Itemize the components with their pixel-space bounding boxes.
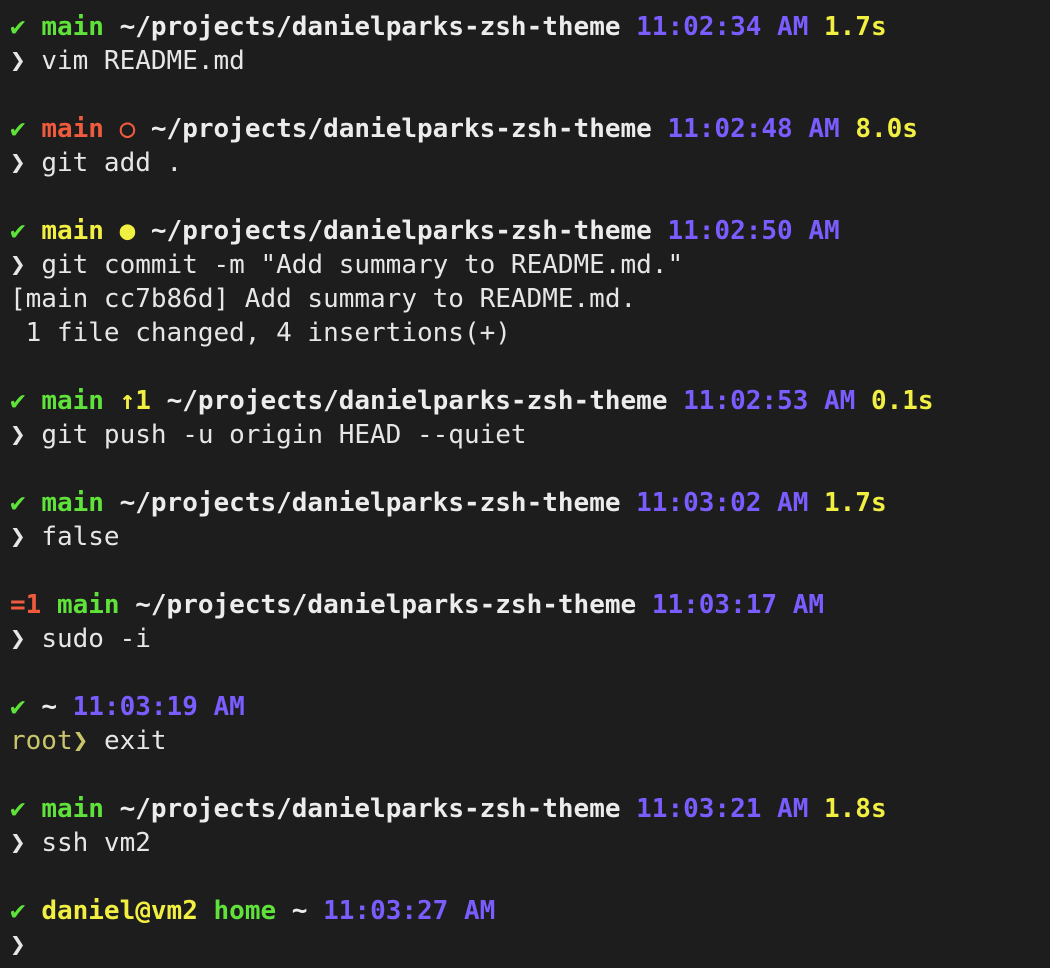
command-duration: 1.8s <box>824 794 887 824</box>
command-text: git add . <box>41 148 183 178</box>
working-directory: ~ <box>41 692 57 722</box>
prompt-chevron-icon: ❯ <box>10 930 26 960</box>
command-text: sudo -i <box>41 624 151 654</box>
timestamp: 11:03:19 AM <box>72 692 245 722</box>
working-directory: ~/projects/danielparks-zsh-theme <box>119 794 621 824</box>
prompt-line: ✔ main ~/projects/danielparks-zsh-theme … <box>10 10 1050 44</box>
working-directory: ~/projects/danielparks-zsh-theme <box>166 386 668 416</box>
git-branch: main <box>56 590 120 620</box>
prompt-line: ✔ main ● ~/projects/danielparks-zsh-them… <box>10 214 1050 248</box>
command-duration: 0.1s <box>870 386 934 416</box>
command-duration: 1.7s <box>824 12 887 42</box>
command-line: ❯ sudo -i <box>10 622 1050 656</box>
command-line: ❯ ssh vm2 <box>10 826 1050 860</box>
terminal-window[interactable]: ✔ main ~/projects/danielparks-zsh-theme … <box>0 0 1050 968</box>
working-directory: ~ <box>291 896 308 926</box>
command-text: false <box>41 522 120 552</box>
working-directory: ~/projects/danielparks-zsh-theme <box>135 590 637 620</box>
command-input-line[interactable]: ❯ <box>10 928 1050 962</box>
timestamp: 11:02:48 AM <box>667 114 840 144</box>
git-branch: main <box>41 386 104 416</box>
git-branch: main <box>41 114 104 144</box>
prompt-line: ✔ daniel@vm2 home ~ 11:03:27 AM <box>10 894 1050 928</box>
prompt-chevron-icon: ❯ <box>10 46 26 76</box>
command-line: ❯ false <box>10 520 1050 554</box>
prompt-line: ✔ ~ 11:03:19 AM <box>10 690 1050 724</box>
prompt-chevron-icon: ❯ <box>10 148 26 178</box>
command-text: ssh vm2 <box>41 828 151 858</box>
user-host: daniel@vm2 <box>41 896 198 926</box>
git-branch: main <box>41 12 104 42</box>
commits-ahead-indicator: ↑1 <box>119 386 151 416</box>
command-line: root❯ exit <box>10 724 1050 758</box>
git-branch: main <box>41 488 104 518</box>
command-output: [main cc7b86d] Add summary to README.md. <box>10 284 637 314</box>
working-directory: ~/projects/danielparks-zsh-theme <box>150 114 652 144</box>
success-check-icon: ✔ <box>10 896 26 926</box>
prompt-line: =1 main ~/projects/danielparks-zsh-theme… <box>10 588 1050 622</box>
working-directory: ~/projects/danielparks-zsh-theme <box>150 216 652 246</box>
prompt-chevron-icon: ❯ <box>10 624 26 654</box>
timestamp: 11:03:02 AM <box>636 488 809 518</box>
command-line: ❯ vim README.md <box>10 44 1050 78</box>
timestamp: 11:02:50 AM <box>667 216 840 246</box>
success-check-icon: ✔ <box>10 692 26 722</box>
git-branch: main <box>41 794 104 824</box>
git-branch: main <box>41 216 104 246</box>
prompt-line: ✔ main ○ ~/projects/danielparks-zsh-them… <box>10 112 1050 146</box>
command-line: ❯ git commit -m "Add summary to README.m… <box>10 248 1050 282</box>
exit-status: =1 <box>10 590 42 620</box>
working-directory: ~/projects/danielparks-zsh-theme <box>119 488 621 518</box>
success-check-icon: ✔ <box>10 216 26 246</box>
success-check-icon: ✔ <box>10 12 26 42</box>
prompt-chevron-icon: ❯ <box>10 828 26 858</box>
timestamp: 11:02:53 AM <box>683 386 856 416</box>
root-prompt: root❯ <box>10 726 89 756</box>
command-output: 1 file changed, 4 insertions(+) <box>10 318 511 348</box>
timestamp: 11:02:34 AM <box>636 12 809 42</box>
timestamp: 11:03:17 AM <box>651 590 824 620</box>
command-line: ❯ git push -u origin HEAD --quiet <box>10 418 1050 452</box>
command-duration: 1.7s <box>824 488 887 518</box>
success-check-icon: ✔ <box>10 386 26 416</box>
prompt-chevron-icon: ❯ <box>10 420 26 450</box>
command-text: vim README.md <box>41 46 245 76</box>
timestamp: 11:03:21 AM <box>636 794 809 824</box>
command-text: exit <box>103 726 167 756</box>
git-branch: home <box>213 896 277 926</box>
success-check-icon: ✔ <box>10 114 26 144</box>
success-check-icon: ✔ <box>10 794 26 824</box>
success-check-icon: ✔ <box>10 488 26 518</box>
working-directory: ~/projects/danielparks-zsh-theme <box>119 12 621 42</box>
command-duration: 8.0s <box>855 114 918 144</box>
unstaged-changes-icon: ○ <box>119 114 136 144</box>
command-text: git commit -m "Add summary to README.md.… <box>41 250 684 280</box>
command-line: ❯ git add . <box>10 146 1050 180</box>
staged-changes-icon: ● <box>119 216 136 246</box>
command-text: git push -u origin HEAD --quiet <box>41 420 527 450</box>
prompt-chevron-icon: ❯ <box>10 522 26 552</box>
prompt-line: ✔ main ~/projects/danielparks-zsh-theme … <box>10 792 1050 826</box>
timestamp: 11:03:27 AM <box>323 896 496 926</box>
prompt-line: ✔ main ↑1 ~/projects/danielparks-zsh-the… <box>10 384 1050 418</box>
prompt-chevron-icon: ❯ <box>10 250 26 280</box>
prompt-line: ✔ main ~/projects/danielparks-zsh-theme … <box>10 486 1050 520</box>
